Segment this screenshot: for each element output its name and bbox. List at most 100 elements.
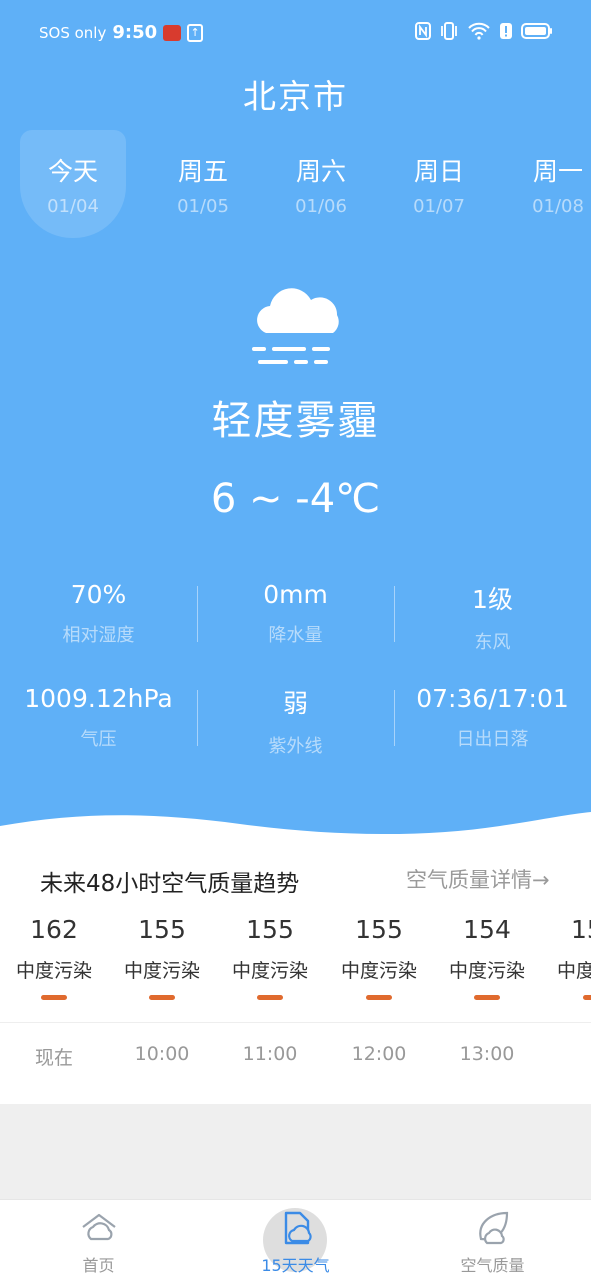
day-tab-today[interactable]: 今天 01/04 bbox=[20, 130, 126, 238]
day-tabs: 今天 01/04 周五 01/05 周六 01/06 周日 01/07 周一 0… bbox=[0, 130, 591, 240]
stat-value: 1009.12hPa bbox=[24, 684, 173, 713]
weather-header: SOS only 9:50 ↑ 北京市 今天 01/04 周五 01/05 周六… bbox=[0, 0, 591, 840]
divider-line bbox=[0, 1022, 591, 1023]
stat-label: 紫外线 bbox=[268, 736, 323, 757]
aqi-level-bar bbox=[149, 995, 175, 1000]
wifi-icon bbox=[468, 22, 490, 40]
stat-pressure: 1009.12hPa 气压 bbox=[0, 684, 197, 751]
stat-uv: 弱 紫外线 bbox=[197, 684, 394, 758]
app-notification-icon bbox=[163, 24, 182, 41]
status-bar: SOS only 9:50 ↑ bbox=[0, 0, 591, 66]
air-quality-hourly-list[interactable]: 162 中度污染 现在 155 中度污染 10:00 155 中度污染 11:0… bbox=[0, 915, 591, 1095]
nav-label: 15天天气 bbox=[261, 1256, 330, 1275]
wave-divider bbox=[0, 812, 591, 840]
hour-time: 12:00 bbox=[351, 1043, 407, 1065]
city-title: 北京市 bbox=[243, 77, 348, 116]
status-left: SOS only 9:50 ↑ bbox=[39, 22, 204, 43]
stat-humidity: 70% 相对湿度 bbox=[0, 580, 197, 647]
hour-time: 10:00 bbox=[134, 1043, 190, 1065]
day-date: 01/04 bbox=[47, 196, 99, 217]
air-quality-icon bbox=[479, 1211, 509, 1245]
air-quality-title: 未来48小时空气质量趋势 bbox=[40, 871, 300, 897]
stat-label: 东风 bbox=[474, 632, 511, 653]
bottom-nav: 首页 15天天气 空气质量 bbox=[0, 1199, 591, 1280]
hourly-item: 155 中度污染 12:00 bbox=[325, 915, 433, 1065]
stat-value: 07:36/17:01 bbox=[416, 684, 569, 713]
hour-time: 13:00 bbox=[459, 1043, 515, 1065]
aqi-value: 15 bbox=[571, 915, 591, 944]
stat-value: 弱 bbox=[282, 689, 308, 718]
day-date: 01/08 bbox=[532, 196, 584, 217]
nav-home[interactable]: 首页 bbox=[0, 1200, 197, 1280]
air-quality-section: 未来48小时空气质量趋势 空气质量详情→ 162 中度污染 现在 155 中度污… bbox=[0, 840, 591, 1104]
stat-label: 相对湿度 bbox=[62, 625, 135, 646]
aqi-level: 中度污染 bbox=[15, 960, 92, 982]
stat-value: 1级 bbox=[472, 585, 513, 614]
day-date: 01/05 bbox=[177, 196, 229, 217]
air-quality-detail-link[interactable]: 空气质量详情→ bbox=[406, 864, 550, 894]
hour-time: 11:00 bbox=[242, 1043, 298, 1065]
hour-time: 现在 bbox=[34, 1047, 73, 1069]
aqi-level-bar bbox=[583, 995, 591, 1000]
forecast-icon bbox=[284, 1211, 312, 1245]
day-name: 周五 bbox=[177, 157, 228, 186]
stat-label: 降水量 bbox=[268, 625, 323, 646]
aqi-level: 中度 bbox=[557, 960, 591, 982]
day-name: 今天 bbox=[47, 157, 98, 186]
aqi-level-bar bbox=[257, 995, 283, 1000]
nfc-icon bbox=[415, 22, 431, 40]
carrier-text: SOS only bbox=[39, 23, 107, 42]
hourly-item: 155 中度污染 10:00 bbox=[108, 915, 216, 1065]
nav-15-day-forecast[interactable]: 15天天气 bbox=[197, 1200, 394, 1280]
aqi-level: 中度污染 bbox=[123, 960, 200, 982]
day-name: 周六 bbox=[295, 157, 346, 186]
day-tab-saturday[interactable]: 周六 01/06 bbox=[268, 130, 374, 238]
stat-precipitation: 0mm 降水量 bbox=[197, 580, 394, 647]
aqi-level-bar bbox=[474, 995, 500, 1000]
status-right bbox=[415, 22, 553, 40]
day-tab-sunday[interactable]: 周日 01/07 bbox=[386, 130, 492, 238]
aqi-level-bar bbox=[366, 995, 392, 1000]
aqi-value: 155 bbox=[246, 915, 294, 944]
aqi-level: 中度污染 bbox=[448, 960, 525, 982]
stat-divider bbox=[197, 690, 198, 746]
aqi-level: 中度污染 bbox=[340, 960, 417, 982]
temperature-range: 6 ~ -4℃ bbox=[210, 476, 381, 522]
hourly-item: 162 中度污染 现在 bbox=[0, 915, 108, 1069]
battery-icon bbox=[521, 23, 552, 39]
hourly-item: 155 中度污染 11:00 bbox=[216, 915, 324, 1065]
aqi-value: 155 bbox=[138, 915, 186, 944]
stat-divider bbox=[197, 586, 198, 642]
clock: 9:50 bbox=[112, 22, 158, 43]
day-date: 01/06 bbox=[295, 196, 347, 217]
aqi-value: 155 bbox=[355, 915, 403, 944]
aqi-value: 162 bbox=[30, 915, 78, 944]
nav-air-quality[interactable]: 空气质量 bbox=[394, 1200, 591, 1280]
nav-label: 首页 bbox=[82, 1256, 115, 1275]
hourly-item: 154 中度污染 13:00 bbox=[433, 915, 541, 1065]
stat-sunrise-sunset: 07:36/17:01 日出日落 bbox=[394, 684, 591, 751]
day-name: 周日 bbox=[413, 157, 464, 186]
day-date: 01/07 bbox=[413, 196, 465, 217]
stat-divider bbox=[394, 586, 395, 642]
cloud-haze-icon bbox=[252, 288, 339, 364]
day-name: 周一 bbox=[532, 157, 583, 186]
stat-label: 气压 bbox=[80, 729, 117, 750]
upload-icon: ↑ bbox=[187, 23, 204, 42]
alert-icon bbox=[500, 23, 512, 39]
stat-wind: 1级 东风 bbox=[394, 580, 591, 654]
aqi-level: 中度污染 bbox=[231, 960, 308, 982]
home-icon bbox=[82, 1213, 116, 1241]
aqi-level-bar bbox=[41, 995, 67, 1000]
stat-divider bbox=[394, 690, 395, 746]
stat-value: 70% bbox=[70, 580, 127, 609]
hourly-item: 15 中度 14 bbox=[541, 915, 591, 1000]
vibrate-icon bbox=[441, 22, 457, 40]
day-tab-friday[interactable]: 周五 01/05 bbox=[150, 130, 256, 238]
stat-value: 0mm bbox=[263, 580, 328, 609]
aqi-value: 154 bbox=[463, 915, 511, 944]
day-tab-monday[interactable]: 周一 01/08 bbox=[505, 130, 591, 238]
stat-label: 日出日落 bbox=[456, 729, 529, 750]
weather-condition: 轻度雾霾 bbox=[211, 398, 380, 444]
nav-label: 空气质量 bbox=[460, 1256, 525, 1275]
